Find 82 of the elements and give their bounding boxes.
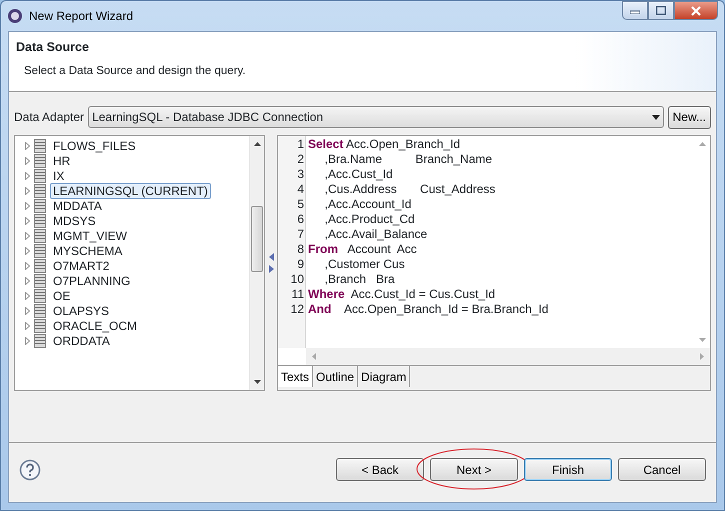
editor-tab[interactable]: Texts: [278, 366, 314, 387]
minimize-button[interactable]: [622, 1, 648, 20]
line-number: 10: [290, 272, 305, 287]
schema-item[interactable]: MDSYS: [50, 212, 99, 228]
wizard-button[interactable]: < Back: [336, 458, 424, 481]
schema-item[interactable]: OLAPSYS: [50, 302, 112, 318]
database-icon: [34, 318, 46, 332]
close-icon: [691, 6, 701, 16]
line-number: 3: [296, 167, 305, 182]
scroll-thumb[interactable]: [251, 206, 263, 272]
window-title: New Report Wizard: [29, 8, 134, 25]
schema-item[interactable]: LEARNINGSQL (CURRENT): [50, 182, 211, 198]
schema-item[interactable]: ORDDATA: [50, 332, 113, 348]
collapse-left-icon[interactable]: [268, 253, 274, 261]
schema-item[interactable]: MYSCHEMA: [50, 242, 126, 258]
database-icon: [34, 304, 46, 318]
maximize-button[interactable]: [648, 1, 674, 20]
line-number: 5: [296, 197, 305, 212]
page-description: Select a Data Source and design the query.: [24, 64, 247, 79]
line-number: 9: [296, 257, 305, 272]
schema-item[interactable]: IX: [50, 168, 68, 184]
line-number: 4: [296, 182, 305, 197]
schema-item[interactable]: MDDATA: [50, 198, 105, 214]
database-icon: [34, 184, 46, 198]
code-line: ,Branch Bra: [324, 272, 395, 287]
line-number: 2: [296, 152, 305, 167]
schema-item[interactable]: HR: [50, 152, 74, 168]
minimize-icon: [630, 8, 640, 14]
line-number: 12: [290, 302, 305, 317]
line-number: 6: [296, 212, 305, 227]
database-icon: [34, 168, 46, 182]
schema-item[interactable]: O7MART2: [50, 258, 112, 274]
code-line: ,Acc.Account_Id: [324, 197, 412, 212]
line-number: 8: [296, 242, 305, 257]
code-line: Where Acc.Cust_Id = Cus.Cust_Id: [307, 287, 496, 302]
close-button[interactable]: [674, 1, 718, 20]
database-icon: [34, 228, 46, 242]
schema-item[interactable]: OE: [50, 288, 74, 304]
schema-item[interactable]: O7PLANNING: [50, 272, 134, 288]
scroll-down-icon[interactable]: [254, 380, 261, 384]
line-number: 11: [290, 287, 305, 302]
code-line: Select Acc.Open_Branch_Id: [307, 137, 460, 152]
new-button[interactable]: New...: [668, 106, 711, 128]
scrollbar[interactable]: [249, 136, 264, 390]
scroll-right-icon[interactable]: [700, 353, 704, 360]
schema-item[interactable]: FLOWS_FILES: [50, 138, 139, 154]
query-editor[interactable]: [278, 136, 710, 365]
database-icon: [34, 334, 46, 348]
adapter-dropdown[interactable]: LearningSQL - Database JDBC Connection: [88, 106, 664, 128]
help-icon[interactable]: [19, 458, 41, 480]
database-icon: [34, 154, 46, 168]
line-number: 1: [296, 137, 305, 152]
code-line: ,Cus.Address Cust_Address: [324, 182, 496, 197]
code-line: ,Bra.Name Branch_Name: [324, 152, 492, 167]
wizard-button[interactable]: Cancel: [618, 458, 706, 481]
wizard-button[interactable]: Next >: [430, 458, 518, 481]
maximize-icon: [656, 6, 666, 15]
scroll-up-icon[interactable]: [254, 142, 261, 146]
wizard-button[interactable]: Finish: [524, 458, 612, 481]
code-line: From Account Acc: [307, 242, 417, 257]
schema-item[interactable]: ORACLE_OCM: [50, 318, 140, 334]
schema-item[interactable]: MGMT_VIEW: [50, 228, 130, 244]
database-icon: [34, 274, 46, 288]
database-icon: [34, 288, 46, 302]
adapter-label: Data Adapter: [14, 109, 84, 126]
code-line: ,Acc.Cust_Id: [324, 167, 393, 182]
database-icon: [34, 198, 46, 212]
code-line: ,Acc.Avail_Balance: [324, 227, 428, 242]
code-line: ,Customer Cus: [324, 257, 405, 272]
dropdown-arrow-icon: [652, 114, 660, 120]
database-icon: [34, 138, 46, 152]
code-line: ,Acc.Product_Cd: [324, 212, 415, 227]
app-icon: [7, 8, 23, 24]
database-icon: [34, 244, 46, 258]
database-icon: [34, 214, 46, 228]
page-title: Data Source: [16, 39, 90, 56]
horizontal-scrollbar[interactable]: [306, 348, 710, 365]
collapse-right-icon[interactable]: [268, 265, 274, 273]
database-icon: [34, 258, 46, 272]
line-number: 7: [296, 227, 305, 242]
code-line: And Acc.Open_Branch_Id = Bra.Branch_Id: [307, 302, 548, 317]
scroll-left-icon[interactable]: [312, 353, 316, 360]
